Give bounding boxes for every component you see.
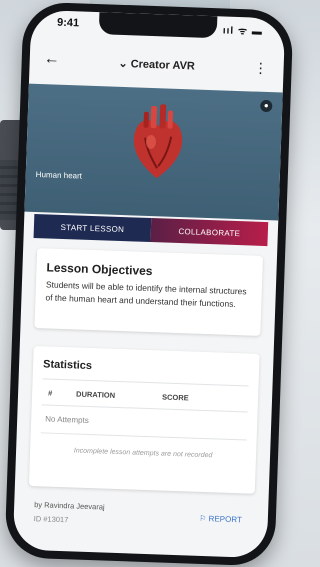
phone-notch — [98, 12, 218, 39]
column-header-number: # — [47, 388, 53, 398]
start-lesson-button[interactable]: START LESSON — [33, 213, 152, 243]
phone-device: 9:41 ııl ᯤ ▬ ← ⌄ Creator AVR ⋮ ● Human h… — [4, 1, 294, 567]
objectives-heading: Lesson Objectives — [46, 260, 153, 279]
report-button[interactable]: ⚐ REPORT — [199, 514, 242, 524]
app-bar: ← ⌄ Creator AVR ⋮ — [29, 46, 284, 85]
app-title-dropdown[interactable]: ⌄ Creator AVR — [30, 54, 284, 76]
phone-screen: 9:41 ııl ᯤ ▬ ← ⌄ Creator AVR ⋮ ● Human h… — [12, 9, 286, 559]
collaborate-button[interactable]: COLLABORATE — [150, 218, 269, 247]
divider — [40, 432, 247, 441]
objectives-text: Students will be able to identify the in… — [45, 279, 247, 310]
statistics-heading: Statistics — [42, 358, 93, 373]
lesson-preview[interactable]: ● Human heart — [24, 83, 283, 221]
author-label: by Ravindra Jeevaraj — [34, 500, 105, 512]
statistics-card: Statistics # DURATION SCORE No Attempts … — [28, 346, 260, 494]
lesson-id: ID #13017 — [33, 514, 69, 525]
model-caption: Human heart — [35, 169, 83, 181]
heart-model-icon — [133, 104, 183, 179]
more-options-icon[interactable]: ⋮ — [253, 60, 268, 77]
lesson-footer: by Ravindra Jeevaraj ID #13017 ⚐ REPORT — [33, 500, 248, 537]
status-icons: ııl ᯤ ▬ — [222, 25, 264, 38]
column-header-duration: DURATION — [75, 389, 116, 400]
column-header-score: SCORE — [161, 392, 189, 403]
no-attempts-text: No Attempts — [45, 414, 89, 425]
status-time: 9:41 — [56, 16, 80, 30]
objectives-card: Lesson Objectives Students will be able … — [34, 248, 264, 336]
user-icon[interactable]: ● — [260, 99, 273, 113]
attempts-note: Incomplete lesson attempts are not recor… — [73, 447, 213, 460]
divider — [42, 378, 249, 387]
